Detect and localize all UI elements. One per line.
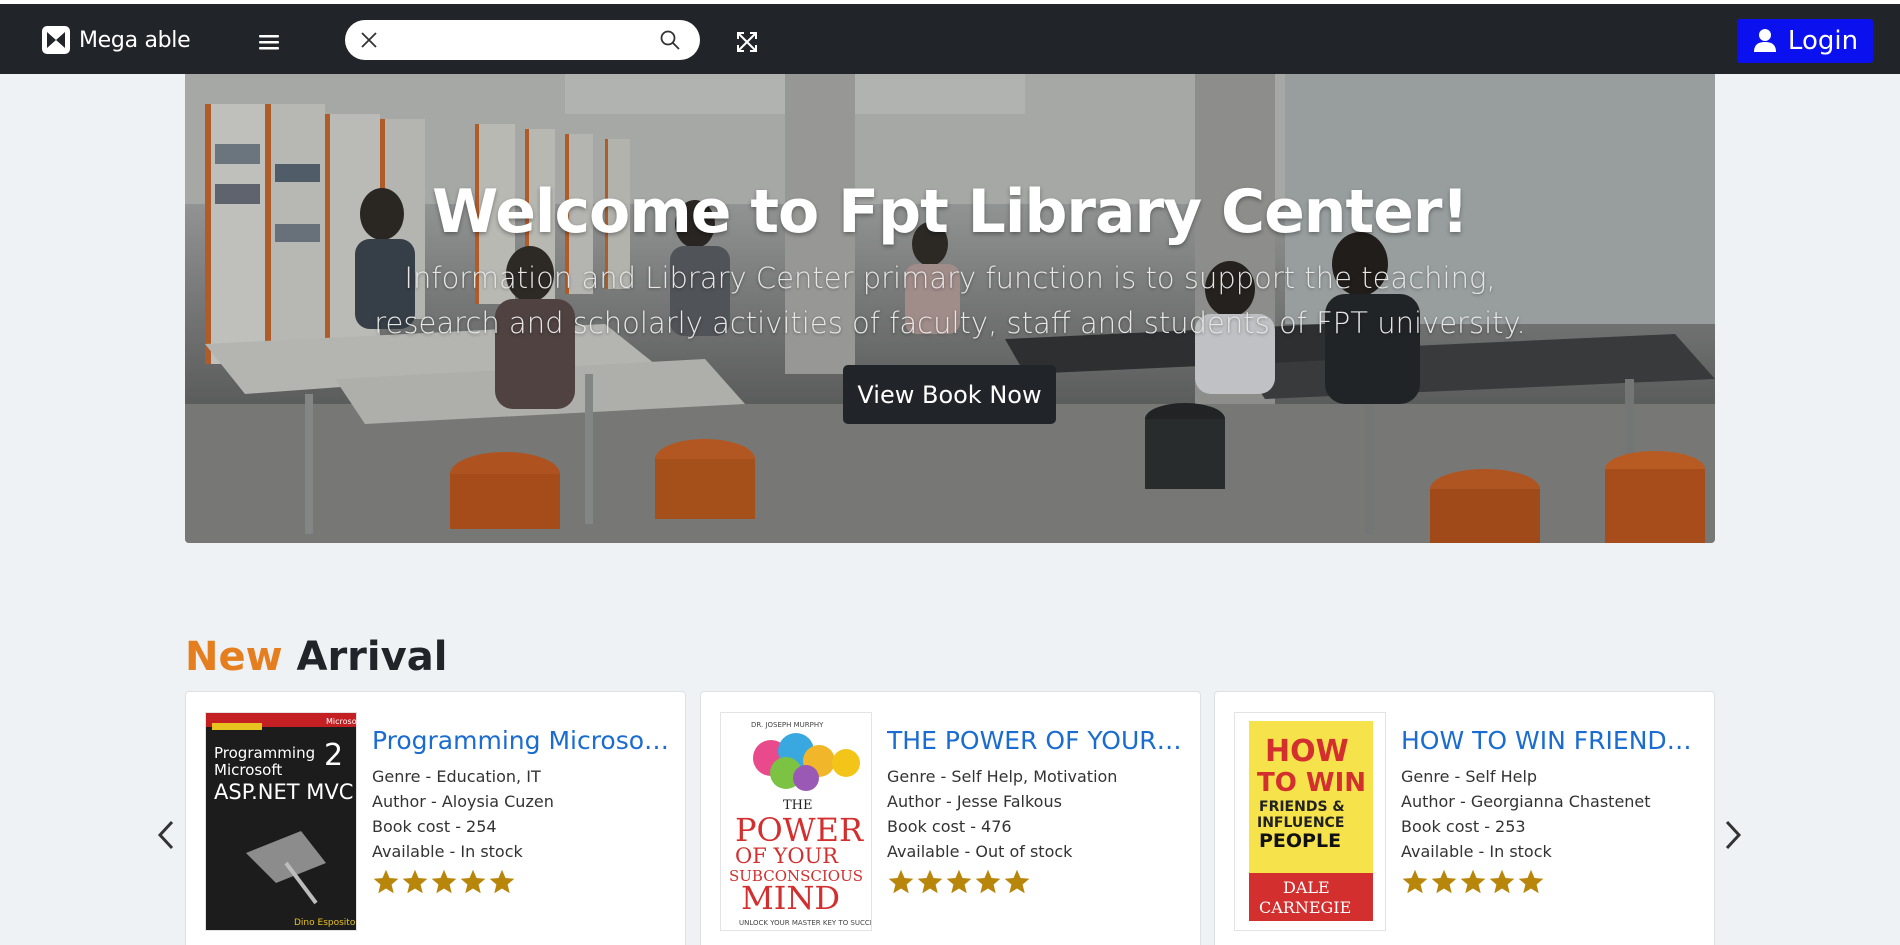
star-icon xyxy=(888,869,914,894)
book-author: Author - Aloysia Cuzen xyxy=(372,792,554,811)
star-icon xyxy=(975,869,1001,894)
login-button[interactable]: Login xyxy=(1737,19,1873,63)
star-icon xyxy=(373,869,399,894)
brand[interactable]: Mega able xyxy=(42,26,191,54)
svg-text:CARNEGIE: CARNEGIE xyxy=(1259,898,1351,917)
hero-banner: Welcome to Fpt Library Center! Informati… xyxy=(185,74,1715,543)
svg-text:HOW: HOW xyxy=(1265,734,1349,769)
svg-text:OF YOUR: OF YOUR xyxy=(735,844,839,868)
book-availability: Available - Out of stock xyxy=(887,842,1073,861)
svg-text:DR. JOSEPH MURPHY: DR. JOSEPH MURPHY xyxy=(751,721,824,729)
svg-text:Dino Esposito: Dino Esposito xyxy=(294,918,356,928)
section-title-accent: New xyxy=(185,634,283,680)
book-card[interactable]: DR. JOSEPH MURPHY THE POWER OF YOUR SUBC… xyxy=(700,691,1201,945)
book-info: HOW TO WIN FRIENDS ... Genre - Self Help… xyxy=(1401,726,1701,896)
rating-stars xyxy=(1401,868,1701,896)
login-label: Login xyxy=(1787,26,1859,56)
close-icon[interactable] xyxy=(357,28,381,52)
hero-subtitle: Information and Library Center primary f… xyxy=(374,261,1526,340)
star-icon xyxy=(1489,869,1515,894)
svg-text:Microsoft: Microsoft xyxy=(326,717,357,726)
book-cover[interactable]: HOW TO WIN FRIENDS & INFLUENCE PEOPLE DA… xyxy=(1234,712,1386,931)
book-cost: Book cost - 253 xyxy=(1401,817,1526,836)
navbar: Mega able Login xyxy=(0,4,1900,74)
rating-stars xyxy=(887,868,1187,896)
book-genre: Genre - Self Help, Motivation xyxy=(887,767,1118,786)
book-title-link[interactable]: HOW TO WIN FRIENDS ... xyxy=(1401,726,1701,755)
view-book-now-button[interactable]: View Book Now xyxy=(843,365,1056,424)
book-cost: Book cost - 476 xyxy=(887,817,1012,836)
section-title: New Arrival xyxy=(185,634,447,680)
star-icon xyxy=(460,869,486,894)
svg-text:MIND: MIND xyxy=(741,879,840,917)
star-icon xyxy=(431,869,457,894)
svg-text:UNLOCK YOUR MASTER KEY TO SUCC: UNLOCK YOUR MASTER KEY TO SUCCESS xyxy=(739,919,872,927)
star-icon xyxy=(1460,869,1486,894)
svg-text:Microsoft: Microsoft xyxy=(214,761,282,779)
brand-name: Mega able xyxy=(79,27,191,53)
hamburger-menu-icon[interactable] xyxy=(255,30,283,54)
star-icon xyxy=(946,869,972,894)
svg-text:PEOPLE: PEOPLE xyxy=(1259,830,1341,852)
book-author: Author - Jesse Falkous xyxy=(887,792,1062,811)
book-cost: Book cost - 254 xyxy=(372,817,497,836)
book-card[interactable]: Microsoft Programming Microsoft ASP.NET … xyxy=(185,691,686,945)
section-title-rest: Arrival xyxy=(296,634,448,680)
svg-text:2: 2 xyxy=(324,738,343,773)
svg-text:INFLUENCE: INFLUENCE xyxy=(1257,815,1344,831)
book-availability: Available - In stock xyxy=(372,842,523,861)
book-info: Programming Microsoft... Genre - Educati… xyxy=(372,726,672,896)
svg-text:Programming: Programming xyxy=(214,744,315,762)
book-availability: Available - In stock xyxy=(1401,842,1552,861)
book-title-link[interactable]: THE POWER OF YOUR S... xyxy=(887,726,1187,755)
svg-text:TO WIN: TO WIN xyxy=(1257,768,1366,798)
fullscreen-icon[interactable] xyxy=(733,28,761,56)
book-cover[interactable]: Microsoft Programming Microsoft ASP.NET … xyxy=(205,712,357,931)
book-info: THE POWER OF YOUR S... Genre - Self Help… xyxy=(887,726,1187,896)
book-title-link[interactable]: Programming Microsoft... xyxy=(372,726,672,755)
svg-text:FRIENDS &: FRIENDS & xyxy=(1259,799,1345,815)
book-genre: Genre - Self Help xyxy=(1401,767,1538,786)
star-icon xyxy=(1431,869,1457,894)
search-input[interactable] xyxy=(389,26,639,54)
book-author: Author - Georgianna Chastenet xyxy=(1401,792,1651,811)
book-genre: Genre - Education, IT xyxy=(372,767,541,786)
star-icon xyxy=(1518,869,1544,894)
rating-stars xyxy=(372,868,672,896)
star-icon xyxy=(402,869,428,894)
star-icon xyxy=(489,869,515,894)
search-bar xyxy=(345,20,700,60)
chevron-right-icon[interactable] xyxy=(1718,815,1748,855)
chevron-left-icon[interactable] xyxy=(151,815,181,855)
search-icon[interactable] xyxy=(658,28,682,52)
book-card[interactable]: HOW TO WIN FRIENDS & INFLUENCE PEOPLE DA… xyxy=(1214,691,1715,945)
book-cover[interactable]: DR. JOSEPH MURPHY THE POWER OF YOUR SUBC… xyxy=(720,712,872,931)
svg-text:ASP.NET MVC: ASP.NET MVC xyxy=(214,780,353,804)
hero-title: Welcome to Fpt Library Center! xyxy=(432,177,1469,247)
star-icon xyxy=(917,869,943,894)
user-icon xyxy=(1752,27,1778,56)
svg-text:DALE: DALE xyxy=(1283,878,1330,897)
brand-logo-icon xyxy=(42,26,70,54)
star-icon xyxy=(1004,869,1030,894)
star-icon xyxy=(1402,869,1428,894)
